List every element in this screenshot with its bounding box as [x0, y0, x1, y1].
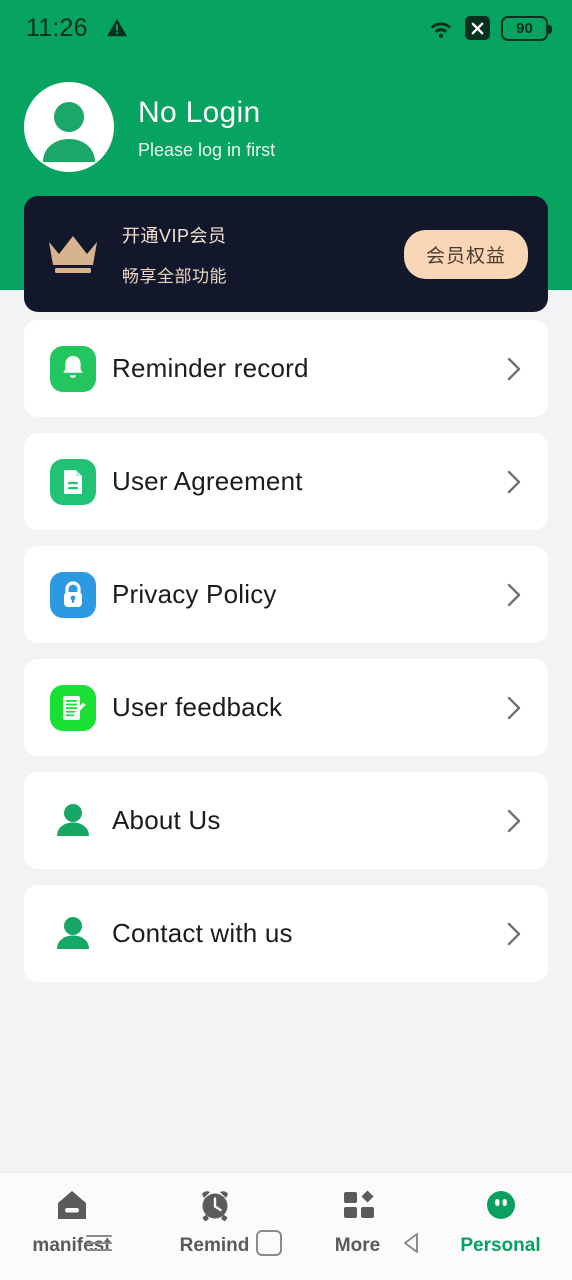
user-circle-icon: [481, 1185, 521, 1225]
list-item-label: Reminder record: [112, 353, 309, 383]
tab-label: Remind: [179, 1235, 250, 1256]
vip-subtitle: 畅享全部功能: [122, 266, 227, 286]
avatar[interactable]: [24, 82, 114, 172]
chevron-right-icon[interactable]: [502, 693, 526, 723]
list-item-label: Privacy Policy: [112, 579, 277, 609]
vip-banner[interactable]: 开通VIP会员 畅享全部功能 会员权益: [24, 196, 548, 312]
document-edit-icon: [50, 684, 96, 731]
alarm-clock-icon: [195, 1185, 235, 1225]
list-item-label: About Us: [112, 805, 221, 835]
status-bar-left: 11:26: [26, 14, 128, 43]
battery-level: 90: [516, 19, 533, 37]
list-item-label: User feedback: [112, 692, 283, 722]
list-item-privacy-policy[interactable]: Privacy Policy: [24, 546, 548, 643]
tab-more[interactable]: More: [286, 1185, 429, 1257]
lock-icon: [50, 571, 96, 618]
tab-manifest[interactable]: manifest: [0, 1185, 143, 1257]
document-icon: [50, 458, 96, 505]
settings-list: Reminder record User Agreement Privacy P…: [0, 290, 572, 1172]
bottom-navigation: manifest Remind More Personal: [0, 1172, 572, 1280]
profile-name: No Login: [138, 95, 261, 129]
chevron-right-icon[interactable]: [502, 806, 526, 836]
status-bar-right: 90: [428, 15, 552, 41]
battery-icon: 90: [501, 15, 552, 41]
chevron-right-icon[interactable]: [502, 919, 526, 949]
grid-icon: [338, 1185, 378, 1225]
tab-label: manifest: [32, 1235, 111, 1256]
list-item-label: Contact with us: [112, 918, 293, 948]
list-item-user-agreement[interactable]: User Agreement: [24, 433, 548, 530]
wifi-icon: [428, 17, 454, 39]
list-item-user-feedback[interactable]: User feedback: [24, 659, 548, 756]
tab-remind[interactable]: Remind: [143, 1185, 286, 1257]
list-item-about-us[interactable]: About Us: [24, 772, 548, 869]
status-time: 11:26: [26, 13, 88, 42]
tab-label: More: [334, 1235, 381, 1256]
chevron-right-icon[interactable]: [502, 354, 526, 384]
profile-subtitle: Please log in first: [138, 139, 276, 160]
profile-texts: No Login Please log in first: [138, 94, 275, 161]
tab-label: Personal: [460, 1235, 541, 1256]
bell-icon: [50, 345, 96, 392]
profile-header: 11:26 90 No Login Please log in first 开通…: [0, 0, 572, 312]
list-item-contact-with-us[interactable]: Contact with us: [24, 885, 548, 982]
home-icon: [52, 1185, 92, 1225]
chevron-right-icon[interactable]: [502, 580, 526, 610]
chevron-right-icon[interactable]: [502, 467, 526, 497]
list-item-reminder-record[interactable]: Reminder record: [24, 320, 548, 417]
status-bar: 11:26 90: [0, 0, 572, 56]
profile-row[interactable]: No Login Please log in first: [0, 56, 572, 172]
x-badge-icon: [465, 16, 490, 40]
vip-texts: 开通VIP会员 畅享全部功能: [122, 222, 404, 287]
app-screen: 11:26 90 No Login Please log in first 开通…: [0, 0, 572, 1280]
user-avatar-icon: [24, 82, 114, 172]
person-icon: [50, 798, 96, 844]
tab-personal[interactable]: Personal: [429, 1185, 572, 1257]
list-item-label: User Agreement: [112, 466, 303, 496]
person-icon: [50, 911, 96, 957]
warning-triangle-icon: [106, 17, 128, 39]
vip-benefits-button[interactable]: 会员权益: [403, 229, 528, 279]
crown-icon: [49, 236, 97, 273]
vip-title: 开通VIP会员: [122, 225, 227, 246]
